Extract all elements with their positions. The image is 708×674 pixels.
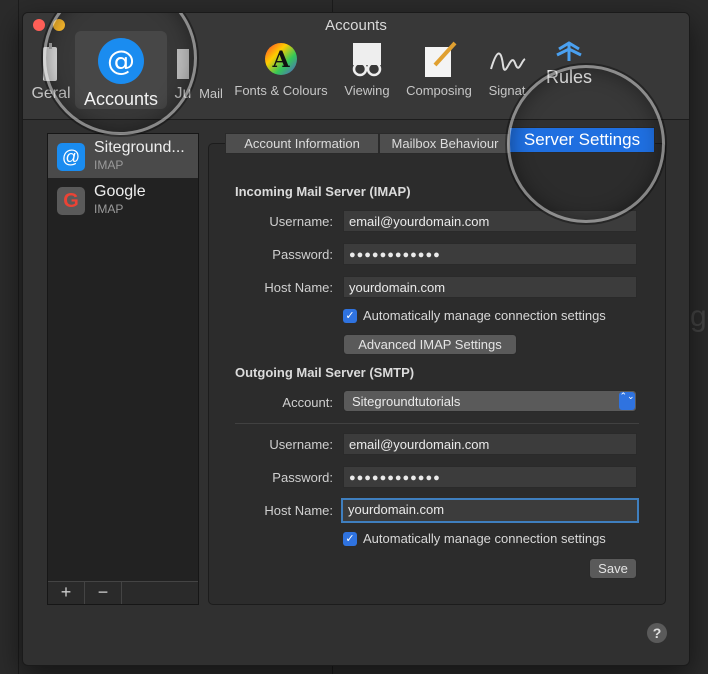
glasses-icon xyxy=(347,39,387,79)
svg-text:@: @ xyxy=(107,44,135,77)
section-divider xyxy=(235,423,639,424)
advanced-imap-settings-button[interactable]: Advanced IMAP Settings xyxy=(343,334,517,355)
toolbar-viewing[interactable]: Viewing xyxy=(337,39,397,98)
toolbar-accounts-label: Accounts xyxy=(83,89,159,109)
at-icon: @ xyxy=(97,37,145,85)
toolbar-junk[interactable]: Ju xyxy=(171,45,195,103)
incoming-host-label: Host Name: xyxy=(264,280,333,295)
incoming-auto-manage-label: Automatically manage connection settings xyxy=(363,308,606,323)
account-type: IMAP xyxy=(94,158,124,172)
toolbar-mail[interactable]: Mail xyxy=(195,86,227,101)
accounts-list: @ Siteground... IMAP G Google IMAP + − xyxy=(47,133,199,605)
outgoing-username-label: Username: xyxy=(269,437,333,452)
trash-icon xyxy=(173,45,193,81)
smtp-account-select[interactable]: Sitegroundtutorials ⌃⌄ xyxy=(343,390,637,412)
incoming-username-field[interactable]: email@yourdomain.com xyxy=(343,210,637,232)
incoming-username-label: Username: xyxy=(269,214,333,229)
incoming-password-field[interactable]: ●●●●●●●●●●●● xyxy=(343,243,637,265)
outgoing-section-title: Outgoing Mail Server (SMTP) xyxy=(235,365,415,380)
signature-icon xyxy=(487,39,527,79)
background-text: ge xyxy=(690,300,708,333)
incoming-host-field[interactable]: yourdomain.com xyxy=(343,276,637,298)
toolbar-general[interactable]: Geral xyxy=(29,41,73,103)
toolbar-accounts[interactable]: @ Accounts xyxy=(75,31,167,109)
tab-account-information[interactable]: Account Information xyxy=(225,133,379,154)
outgoing-account-label: Account: xyxy=(282,395,333,410)
toolbar-mail-label: Mail xyxy=(199,86,223,101)
toolbar-signatures[interactable]: Signat xyxy=(483,39,531,98)
account-type: IMAP xyxy=(94,202,124,216)
incoming-auto-manage-checkbox[interactable]: ✓ xyxy=(343,309,357,323)
help-button[interactable]: ? xyxy=(647,623,667,643)
toolbar-viewing-label: Viewing xyxy=(344,83,390,98)
toolbar-fonts-colours[interactable]: A Fonts & Colours xyxy=(229,39,333,98)
outgoing-auto-manage-label: Automatically manage connection settings xyxy=(363,531,606,546)
outgoing-auto-manage-checkbox[interactable]: ✓ xyxy=(343,532,357,546)
switch-icon xyxy=(39,41,63,81)
toolbar-rules-label: Rules xyxy=(545,67,593,87)
svg-text:A: A xyxy=(271,47,290,73)
account-name: Siteground... xyxy=(94,139,185,156)
add-account-button[interactable]: + xyxy=(48,582,85,604)
outgoing-host-field[interactable]: yourdomain.com xyxy=(341,498,639,523)
toolbar-fonts-label: Fonts & Colours xyxy=(234,83,328,98)
compose-icon xyxy=(421,39,457,79)
account-item-google[interactable]: G Google IMAP xyxy=(48,178,198,222)
rules-icon xyxy=(553,41,585,63)
outgoing-password-label: Password: xyxy=(272,470,333,485)
account-name: Google xyxy=(94,183,146,200)
outgoing-username-field[interactable]: email@yourdomain.com xyxy=(343,433,637,455)
select-arrows-icon: ⌃⌄ xyxy=(619,392,635,410)
tab-mailbox-behaviour[interactable]: Mailbox Behaviour xyxy=(379,133,511,154)
toolbar-signatures-label: Signat xyxy=(488,83,526,98)
at-icon: @ xyxy=(57,143,85,171)
incoming-password-label: Password: xyxy=(272,247,333,262)
background-divider xyxy=(18,0,19,674)
toolbar-general-label: Geral xyxy=(31,85,71,102)
incoming-section-title: Incoming Mail Server (IMAP) xyxy=(235,184,411,199)
save-button[interactable]: Save xyxy=(589,558,637,579)
google-icon: G xyxy=(57,187,85,215)
smtp-account-value: Sitegroundtutorials xyxy=(352,394,461,409)
outgoing-host-label: Host Name: xyxy=(264,503,333,518)
tab-server-settings[interactable]: Server Settings xyxy=(509,127,655,153)
preferences-window: Accounts Geral @ Accounts Ju Mail A Font… xyxy=(22,12,690,666)
fonts-colours-icon: A xyxy=(263,39,299,79)
remove-account-button[interactable]: − xyxy=(85,582,122,604)
toolbar-junk-label: Ju xyxy=(174,85,192,102)
toolbar-composing-label: Composing xyxy=(406,83,472,98)
outgoing-password-field[interactable]: ●●●●●●●●●●●● xyxy=(343,466,637,488)
toolbar: Accounts Geral @ Accounts Ju Mail A Font… xyxy=(23,13,689,120)
account-item-siteground[interactable]: @ Siteground... IMAP xyxy=(48,134,198,178)
account-list-controls: + − xyxy=(48,581,198,604)
toolbar-rules[interactable]: Rules xyxy=(541,41,597,88)
toolbar-composing[interactable]: Composing xyxy=(401,39,477,98)
